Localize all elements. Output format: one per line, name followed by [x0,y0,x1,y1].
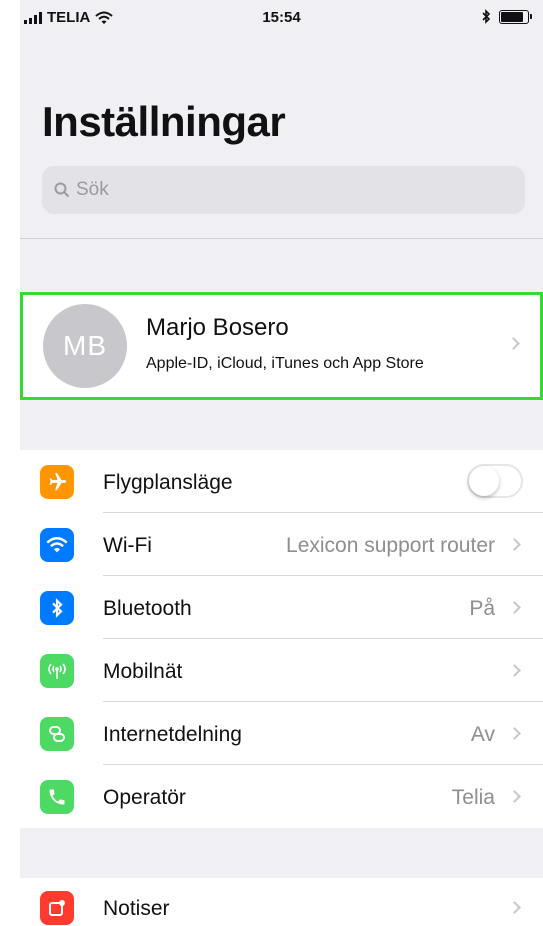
avatar: MB [43,304,127,388]
row-label: Wi-Fi [103,534,152,557]
chevron-right-icon [508,727,521,740]
settings-row-carrier[interactable]: Operatör Telia [20,765,543,828]
cellular-antenna-icon [40,654,74,688]
chevron-right-icon [508,664,521,677]
settings-row-airplane-mode: Flygplansläge [20,450,543,513]
wifi-icon [40,528,74,562]
connectivity-group: Flygplansläge Wi-Fi Lexicon support rout… [20,450,543,828]
search-bar[interactable] [42,166,525,214]
row-label: Internetdelning [103,723,242,746]
settings-row-wifi[interactable]: Wi-Fi Lexicon support router [20,513,543,576]
divider [20,238,543,239]
chevron-right-icon [508,790,521,803]
personal-hotspot-icon [40,717,74,751]
chevron-right-icon [508,901,521,914]
row-value: På [469,597,495,620]
row-label: Bluetooth [103,597,192,620]
row-label: Notiser [103,897,170,920]
row-label: Flygplansläge [103,471,233,494]
chevron-right-icon [508,601,521,614]
chevron-right-icon [508,538,521,551]
settings-row-personal-hotspot[interactable]: Internetdelning Av [20,702,543,765]
avatar-initials: MB [63,330,107,361]
row-label: Mobilnät [103,660,183,683]
search-icon [54,182,70,198]
settings-row-cellular[interactable]: Mobilnät [20,639,543,702]
airplane-mode-toggle[interactable] [467,464,523,498]
bluetooth-icon [40,591,74,625]
row-value: Telia [451,786,495,809]
settings-screen: TELIA 15:54 Inställningar MB Ma [20,0,543,926]
notifications-group: Notiser [20,878,543,926]
battery-icon [499,9,532,24]
notifications-icon [40,891,74,925]
chevron-right-icon [507,337,520,350]
apple-id-profile-row[interactable]: MB Marjo Bosero Apple-ID, iCloud, iTunes… [20,292,543,400]
phone-icon [40,780,74,814]
profile-subtitle: Apple-ID, iCloud, iTunes och App Store [146,355,424,372]
row-value: Lexicon support router [286,534,495,557]
row-value: Av [470,723,495,746]
settings-row-bluetooth[interactable]: Bluetooth På [20,576,543,639]
row-label: Operatör [103,786,186,809]
settings-row-notifications[interactable]: Notiser [20,878,543,926]
status-time: 15:54 [262,9,301,26]
bluetooth-status-icon [482,9,491,24]
profile-name: Marjo Bosero [146,314,289,341]
page-title: Inställningar [42,98,286,145]
search-input[interactable] [76,179,496,201]
airplane-icon [40,465,74,499]
status-bar: TELIA 15:54 [20,0,543,40]
